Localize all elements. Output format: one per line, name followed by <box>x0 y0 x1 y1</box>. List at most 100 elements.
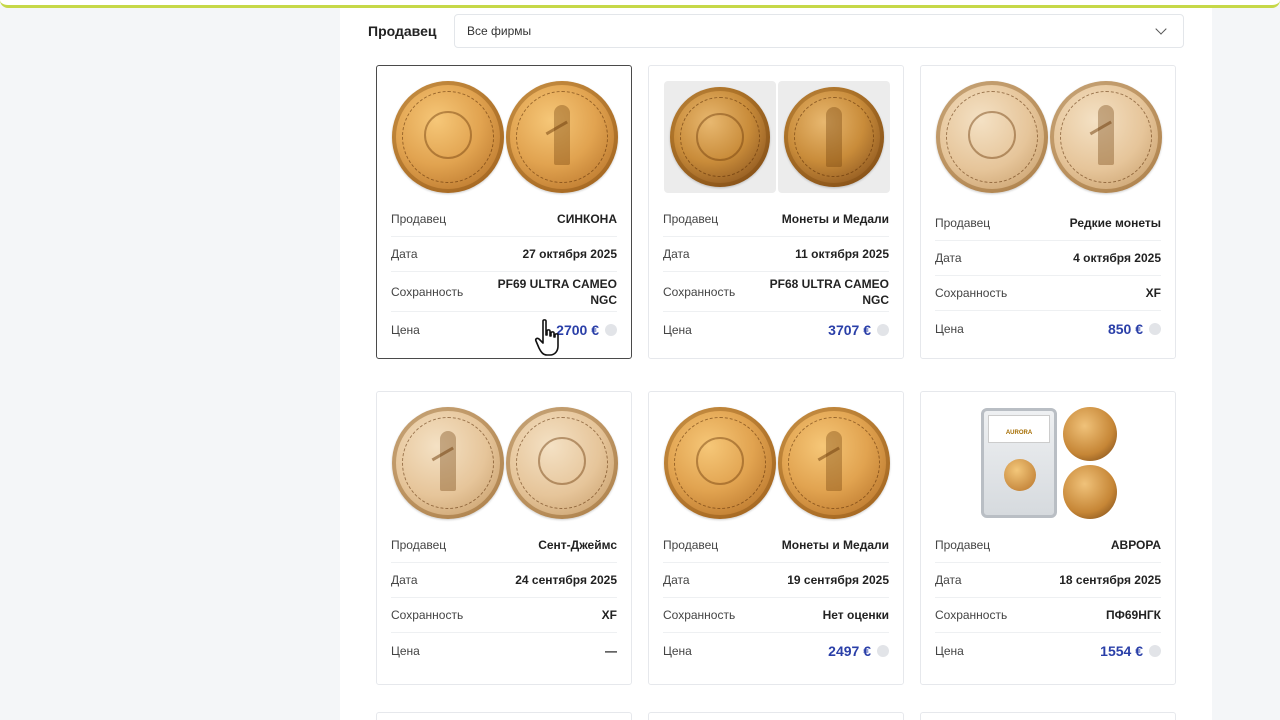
date-value: 18 сентября 2025 <box>1059 573 1161 587</box>
coin-disc <box>784 87 884 187</box>
price-label: Цена <box>935 321 964 336</box>
coin-image[interactable] <box>935 80 1163 194</box>
date-label: Дата <box>663 247 690 261</box>
seller-select[interactable]: Все фирмы <box>454 14 1184 48</box>
grade-row: Сохранность Нет оценки <box>663 598 889 633</box>
price-row: Цена — <box>391 633 617 668</box>
date-value: 24 сентября 2025 <box>515 573 617 587</box>
grade-value: XF <box>1145 286 1161 300</box>
grade-row: Сохранность PF68 ULTRA CAMEO NGC <box>663 272 889 312</box>
price-label: Цена <box>663 643 692 658</box>
lot-card[interactable]: Продавец Сент-Джеймс Дата 24 сентября 20… <box>376 391 632 685</box>
price-label: Цена <box>391 322 420 337</box>
slab-label: AURORA <box>988 415 1050 443</box>
price-label: Цена <box>663 322 692 337</box>
coin-reverse-image <box>392 407 504 519</box>
coin-reverse-image <box>1050 81 1162 193</box>
seller-row: Продавец Сент-Джеймс <box>391 528 617 563</box>
price-label: Цена <box>935 643 964 658</box>
graded-slab-image: AURORA <box>981 408 1057 518</box>
lot-card-partial[interactable] <box>920 712 1176 720</box>
seller-value: Редкие монеты <box>1069 216 1161 230</box>
grade-value: XF <box>601 608 617 622</box>
info-icon[interactable] <box>877 644 889 657</box>
price-value: 2497 € <box>828 642 871 659</box>
lot-card[interactable]: Продавец Монеты и Медали Дата 19 сентябр… <box>648 391 904 685</box>
price-row: Цена 1554 € <box>935 633 1161 668</box>
seller-value: Монеты и Медали <box>781 212 889 226</box>
seller-label: Продавец <box>391 212 447 226</box>
coin-obverse-image <box>664 81 776 193</box>
info-icon[interactable] <box>605 323 617 336</box>
price-group: 1554 € <box>1100 643 1161 659</box>
price-label: Цена <box>391 643 420 658</box>
seller-label: Продавец <box>391 538 447 552</box>
date-value: 4 октября 2025 <box>1073 251 1161 265</box>
price-group: 850 € <box>1108 321 1161 337</box>
grade-value: ПФ69НГК <box>1105 608 1161 622</box>
date-label: Дата <box>391 247 418 261</box>
date-value: 19 сентября 2025 <box>787 573 889 587</box>
coin-image[interactable]: AURORA <box>935 406 1163 520</box>
lot-card-partial[interactable] <box>376 712 632 720</box>
price-row: Цена 3707 € <box>663 312 889 347</box>
coin-image[interactable] <box>391 406 619 520</box>
lot-card[interactable]: Продавец Редкие монеты Дата 4 октября 20… <box>920 65 1176 359</box>
coin-reverse-image <box>778 407 890 519</box>
coin-reverse-image <box>1063 465 1117 519</box>
seller-value: СИНКОНА <box>557 212 617 226</box>
seller-row: Продавец СИНКОНА <box>391 202 617 237</box>
seller-row: Продавец Монеты и Медали <box>663 202 889 237</box>
coin-obverse-image <box>664 407 776 519</box>
lot-card[interactable]: AURORA Продавец АВРОРА Дата 18 сентября … <box>920 391 1176 685</box>
date-label: Дата <box>935 573 962 587</box>
price-value: 2700 € <box>556 321 599 338</box>
seller-value: АВРОРА <box>1110 538 1161 552</box>
grade-row: Сохранность ПФ69НГК <box>935 598 1161 633</box>
small-coins <box>1063 407 1117 519</box>
coin-image[interactable] <box>663 80 891 194</box>
lot-card[interactable]: Продавец СИНКОНА Дата 27 октября 2025 Со… <box>376 65 632 359</box>
date-label: Дата <box>935 251 962 265</box>
grade-label: Сохранность <box>391 608 464 622</box>
date-value: 27 октября 2025 <box>522 247 617 261</box>
price-value: 3707 € <box>828 321 871 338</box>
grade-row: Сохранность XF <box>391 598 617 633</box>
price-value: 1554 € <box>1100 642 1143 659</box>
seller-row: Продавец Монеты и Медали <box>663 528 889 563</box>
price-row: Цена 2700 € <box>391 312 617 347</box>
coin-reverse-image <box>778 81 890 193</box>
grade-label: Сохранность <box>663 608 736 622</box>
grade-label: Сохранность <box>663 284 736 299</box>
info-icon[interactable] <box>877 323 889 336</box>
seller-filter-label: Продавец <box>368 23 437 39</box>
date-label: Дата <box>663 573 690 587</box>
lot-card[interactable]: Продавец Монеты и Медали Дата 11 октября… <box>648 65 904 359</box>
date-row: Дата 11 октября 2025 <box>663 237 889 272</box>
grade-label: Сохранность <box>935 286 1008 300</box>
date-row: Дата 27 октября 2025 <box>391 237 617 272</box>
grade-label: Сохранность <box>935 608 1008 622</box>
date-row: Дата 24 сентября 2025 <box>391 563 617 598</box>
info-icon[interactable] <box>1149 644 1161 657</box>
grade-value: Нет оценки <box>822 608 889 622</box>
date-row: Дата 4 октября 2025 <box>935 241 1161 276</box>
grade-value: PF68 ULTRA CAMEO NGC <box>769 276 889 307</box>
price-row: Цена 850 € <box>935 311 1161 346</box>
coin-image[interactable] <box>663 406 891 520</box>
seller-label: Продавец <box>663 212 719 226</box>
price-group: 2497 € <box>828 643 889 659</box>
seller-label: Продавец <box>935 216 991 230</box>
lot-card-partial[interactable] <box>648 712 904 720</box>
coin-image[interactable] <box>391 80 619 194</box>
price-row: Цена 2497 € <box>663 633 889 668</box>
info-icon[interactable] <box>1149 322 1161 335</box>
coin-obverse-image <box>936 81 1048 193</box>
date-value: 11 октября 2025 <box>795 247 889 261</box>
grade-value: PF69 ULTRA CAMEO NGC <box>497 276 617 307</box>
coin-obverse-image <box>506 407 618 519</box>
date-label: Дата <box>391 573 418 587</box>
date-row: Дата 19 сентября 2025 <box>663 563 889 598</box>
price-value: — <box>605 643 617 658</box>
price-value: 850 € <box>1107 320 1143 337</box>
